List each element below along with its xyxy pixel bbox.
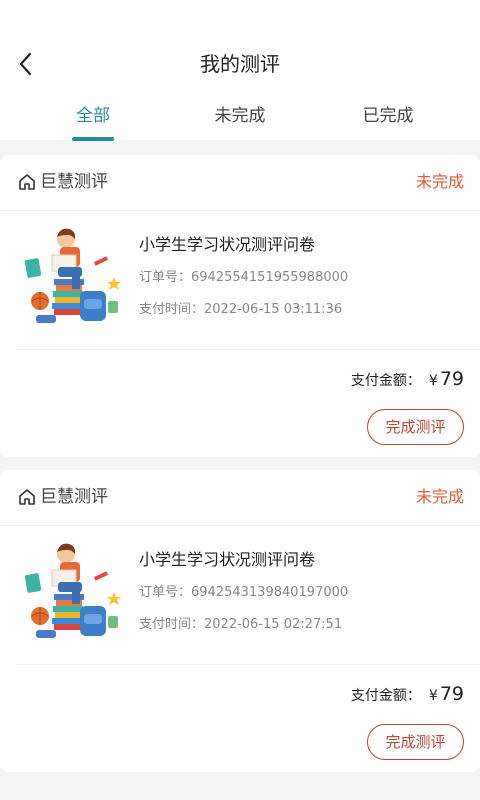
page-title: 我的测评 — [200, 52, 280, 76]
pay-time-label: 支付时间： — [139, 617, 205, 632]
payment-amount: 支付金额： ¥79 — [351, 681, 464, 709]
student-reading-illustration — [24, 543, 121, 638]
tab-completed[interactable]: 已完成 — [328, 104, 448, 128]
currency-symbol: ¥ — [428, 373, 438, 389]
app-header: 我的测评 全部 未完成 已完成 — [0, 0, 480, 141]
order-card[interactable]: 巨慧测评 未完成 小学生学习状况测评问卷 订单号：694254313984019… — [0, 470, 480, 772]
order-number-label: 订单号： — [139, 585, 192, 600]
complete-assessment-button[interactable]: 完成测评 — [367, 409, 464, 445]
order-number-value: 6942554151955988000 — [191, 270, 349, 285]
shop-name: 巨慧测评 — [40, 172, 108, 192]
order-number: 订单号：6942543139840197000 — [139, 583, 348, 603]
pay-time: 支付时间：2022-06-15 03:11:36 — [139, 300, 342, 320]
shop-name: 巨慧测评 — [40, 487, 108, 507]
product-title: 小学生学习状况测评问卷 — [139, 550, 316, 569]
order-number-label: 订单号： — [139, 270, 192, 285]
currency-symbol: ¥ — [428, 688, 438, 704]
home-icon — [19, 174, 35, 190]
pay-time-value: 2022-06-15 03:11:36 — [204, 302, 343, 317]
divider — [16, 664, 480, 665]
amount-value: 79 — [439, 368, 464, 390]
order-number: 订单号：6942554151955988000 — [139, 268, 348, 288]
amount-label: 支付金额： — [350, 373, 421, 389]
order-number-value: 6942543139840197000 — [191, 585, 349, 600]
home-icon — [19, 489, 35, 505]
payment-amount: 支付金额： ¥79 — [351, 366, 464, 394]
order-card[interactable]: 巨慧测评 未完成 小学生学习状况测评问卷 订单号：694255415195598… — [0, 155, 480, 457]
student-reading-illustration — [24, 228, 121, 323]
pay-time: 支付时间：2022-06-15 02:27:51 — [139, 615, 342, 635]
tab-bar: 全部 未完成 已完成 — [0, 100, 480, 141]
divider — [16, 349, 480, 350]
pay-time-value: 2022-06-15 02:27:51 — [204, 617, 343, 632]
status-badge: 未完成 — [415, 172, 464, 191]
tab-incomplete[interactable]: 未完成 — [180, 104, 300, 128]
amount-label: 支付金额： — [350, 688, 421, 704]
complete-assessment-button[interactable]: 完成测评 — [367, 724, 464, 760]
amount-value: 79 — [439, 683, 464, 705]
tab-all[interactable]: 全部 — [33, 104, 153, 128]
status-badge: 未完成 — [415, 487, 464, 506]
product-title: 小学生学习状况测评问卷 — [139, 235, 316, 254]
order-card-header: 巨慧测评 未完成 — [0, 470, 480, 526]
active-tab-indicator — [72, 137, 114, 141]
order-card-header: 巨慧测评 未完成 — [0, 155, 480, 211]
pay-time-label: 支付时间： — [139, 302, 205, 317]
